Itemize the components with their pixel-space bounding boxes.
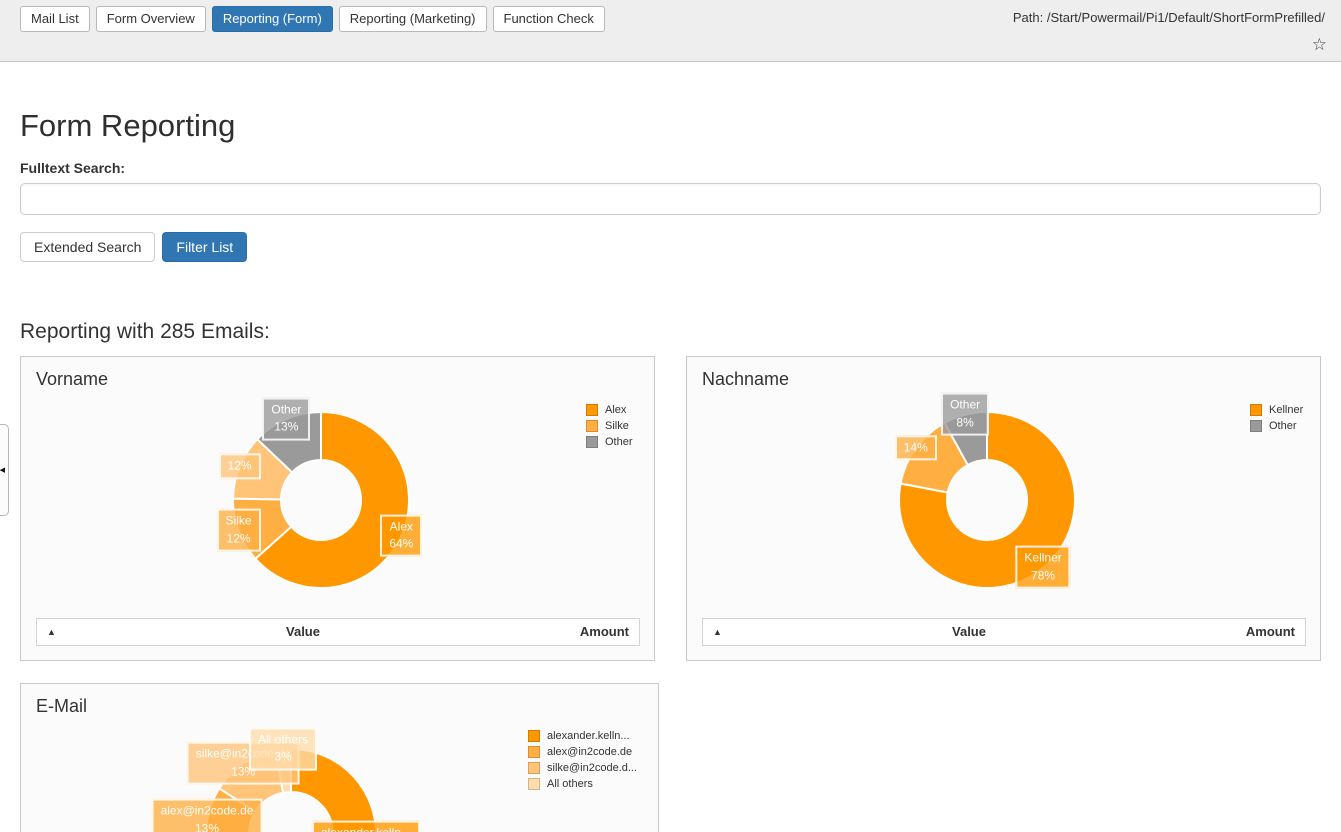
legend-label: Other	[1269, 420, 1297, 432]
tab-function-check[interactable]: Function Check	[493, 6, 605, 32]
reporting-heading: Reporting with 285 Emails:	[20, 320, 1321, 344]
slice-label: 14%	[895, 435, 937, 460]
chart-legend: Alex Silke Other	[586, 404, 633, 448]
panel-title: E-Mail	[36, 696, 87, 717]
charts-row-2: alexander.kelln...71% alex@in2code.de13% s…	[20, 683, 1321, 832]
tab-form-overview[interactable]: Form Overview	[96, 6, 206, 32]
legend-item: Silke	[586, 420, 633, 432]
slice-label: Alex64%	[380, 514, 422, 557]
legend-item: Other	[1250, 420, 1303, 432]
tab-reporting-form[interactable]: Reporting (Form)	[212, 6, 333, 32]
slice-label: alex@in2code.de13%	[152, 799, 263, 832]
slice-label: Other8%	[941, 393, 989, 436]
panel-nachname: Kellner78% 14%Other8% Nachname Kellner Oth…	[686, 356, 1321, 661]
doc-header: Mail List Form Overview Reporting (Form)…	[0, 0, 1341, 62]
legend-swatch	[586, 420, 598, 432]
legend-swatch	[1250, 420, 1262, 432]
legend-label: silke@in2code.d...	[547, 762, 637, 774]
legend-item: Other	[586, 436, 633, 448]
result-table-header: ▲ Value Amount	[702, 618, 1306, 646]
column-header-amount[interactable]: Amount	[539, 624, 639, 639]
legend-label: Kellner	[1269, 404, 1303, 416]
legend-swatch	[586, 404, 598, 416]
fulltext-search-input[interactable]	[20, 183, 1321, 215]
slice-label: Silke12%	[217, 509, 261, 552]
legend-item: All others	[528, 778, 637, 790]
chart-legend: alexander.kelln... alex@in2code.de silke@i…	[528, 730, 637, 790]
legend-label: alexander.kelln...	[547, 730, 630, 742]
legend-item: alexander.kelln...	[528, 730, 637, 742]
page-title: Form Reporting	[20, 108, 1321, 144]
search-buttons: Extended Search Filter List	[20, 232, 1321, 262]
column-header-amount[interactable]: Amount	[1205, 624, 1305, 639]
panel-email: alexander.kelln...71% alex@in2code.de13% s…	[20, 683, 659, 832]
slice-label: Other13%	[262, 397, 310, 440]
legend-label: alex@in2code.de	[547, 746, 632, 758]
result-table-header: ▲ Value Amount	[36, 618, 640, 646]
legend-swatch	[1250, 404, 1262, 416]
legend-label: Other	[605, 436, 633, 448]
charts-row-1: Alex64% Silke12% 12%Other13% Vorname Alex S…	[20, 356, 1321, 661]
legend-swatch	[528, 746, 540, 758]
sort-ascending-icon[interactable]: ▲	[37, 627, 67, 637]
tab-bar: Mail List Form Overview Reporting (Form)…	[20, 6, 605, 32]
page-path: Path: /Start/Powermail/Pi1/Default/Short…	[1013, 10, 1325, 25]
legend-item: Kellner	[1250, 404, 1303, 416]
sort-ascending-icon[interactable]: ▲	[703, 627, 733, 637]
legend-label: All others	[547, 778, 593, 790]
extended-search-button[interactable]: Extended Search	[20, 232, 155, 262]
slice-label: Kellner78%	[1015, 546, 1070, 589]
legend-item: alex@in2code.de	[528, 746, 637, 758]
legend-label: Alex	[605, 404, 626, 416]
module-body: Form Reporting Fulltext Search: Extended…	[0, 108, 1341, 832]
column-header-value[interactable]: Value	[67, 624, 539, 639]
panel-title: Vorname	[36, 369, 108, 390]
vorname-donut-chart: Alex64% Silke12% 12%Other13%	[21, 357, 654, 660]
tab-mail-list[interactable]: Mail List	[20, 6, 90, 32]
panel-vorname: Alex64% Silke12% 12%Other13% Vorname Alex S…	[20, 356, 655, 661]
legend-item: silke@in2code.d...	[528, 762, 637, 774]
legend-swatch	[528, 762, 540, 774]
nachname-donut-chart: Kellner78% 14%Other8%	[687, 357, 1320, 660]
chart-legend: Kellner Other	[1250, 404, 1303, 432]
legend-swatch	[586, 436, 598, 448]
column-header-value[interactable]: Value	[733, 624, 1205, 639]
collapse-arrow-icon: ◀	[0, 466, 5, 474]
filter-list-button[interactable]: Filter List	[162, 232, 247, 262]
legend-swatch	[528, 730, 540, 742]
legend-label: Silke	[605, 420, 629, 432]
bookmark-star-icon[interactable]: ☆	[1312, 36, 1327, 54]
panel-title: Nachname	[702, 369, 789, 390]
slice-label: 12%	[219, 454, 261, 479]
fulltext-search-label: Fulltext Search:	[20, 160, 1321, 176]
legend-swatch	[528, 778, 540, 790]
navigation-collapse-handle[interactable]: ◀	[0, 424, 9, 516]
slice-label: All others3%	[249, 728, 317, 771]
tab-reporting-marketing[interactable]: Reporting (Marketing)	[339, 6, 487, 32]
legend-item: Alex	[586, 404, 633, 416]
slice-label: alexander.kelln...71%	[312, 820, 420, 832]
